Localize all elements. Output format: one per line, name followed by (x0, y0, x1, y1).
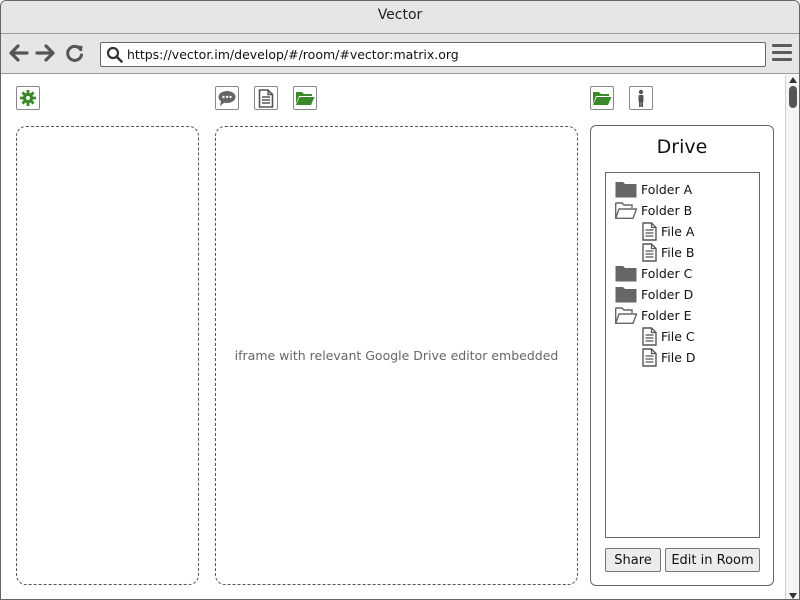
file-icon (642, 242, 657, 262)
tree-file-c[interactable]: File C (642, 326, 695, 346)
room-list-panel (16, 126, 199, 585)
browser-window: Vector https://vector.im/develop/#/room/… (0, 0, 800, 600)
hamburger-menu-icon[interactable] (772, 44, 792, 62)
folder-closed-icon (615, 181, 637, 197)
page-content: iframe with relevant Google Drive editor… (1, 75, 785, 599)
scrollbar-thumb[interactable] (789, 86, 797, 108)
window-title: Vector (1, 1, 799, 34)
scroll-up-arrow-icon[interactable] (789, 77, 797, 83)
folder-closed-icon (615, 286, 637, 302)
address-bar[interactable]: https://vector.im/develop/#/room/#vector… (100, 42, 766, 67)
tree-folder-a[interactable]: Folder A (615, 179, 692, 199)
url-text[interactable]: https://vector.im/develop/#/room/#vector… (127, 47, 459, 62)
tree-folder-c[interactable]: Folder C (615, 263, 692, 283)
iframe-placeholder-text: iframe with relevant Google Drive editor… (234, 348, 559, 363)
browser-toolbar: https://vector.im/develop/#/room/#vector… (1, 34, 799, 74)
share-button[interactable]: Share (605, 548, 661, 572)
tree-folder-e[interactable]: Folder E (615, 305, 692, 325)
search-icon (106, 46, 123, 63)
tree-item-label: Folder D (641, 286, 694, 302)
tree-item-label: File B (661, 244, 695, 260)
tree-file-a[interactable]: File A (642, 221, 694, 241)
document-icon[interactable] (254, 86, 278, 110)
folder-open-icon (615, 306, 637, 324)
chat-bubble-icon[interactable] (215, 86, 239, 110)
file-icon (642, 347, 657, 367)
tree-item-label: Folder A (641, 181, 693, 197)
open-folder-icon[interactable] (590, 86, 614, 110)
tree-file-d[interactable]: File D (642, 347, 696, 367)
scroll-down-arrow-icon[interactable] (789, 593, 797, 599)
drive-file-tree: Folder A Folder B File A File B Folder C (605, 172, 760, 538)
tree-item-label: File D (661, 349, 696, 365)
vertical-scrollbar[interactable] (785, 75, 799, 599)
iframe-editor-panel[interactable]: iframe with relevant Google Drive editor… (215, 126, 578, 585)
file-icon (642, 221, 657, 241)
folder-closed-icon (615, 265, 637, 281)
edit-in-room-button[interactable]: Edit in Room (665, 548, 760, 572)
tree-folder-d[interactable]: Folder D (615, 284, 693, 304)
tree-item-label: Folder C (641, 265, 693, 281)
tree-item-label: Folder B (641, 202, 693, 218)
settings-gear-icon[interactable] (16, 86, 40, 110)
forward-arrow-icon[interactable] (34, 42, 56, 64)
tree-item-label: File C (661, 328, 695, 344)
tree-folder-b[interactable]: Folder B (615, 200, 692, 220)
folder-open-icon (615, 201, 637, 219)
tree-item-label: Folder E (641, 307, 692, 323)
reload-icon[interactable] (64, 42, 86, 64)
tree-file-b[interactable]: File B (642, 242, 694, 262)
open-folder-icon[interactable] (293, 86, 317, 110)
back-arrow-icon[interactable] (8, 42, 30, 64)
tree-item-label: File A (661, 223, 695, 239)
file-icon (642, 326, 657, 346)
drive-title: Drive (656, 136, 708, 158)
drive-panel: Drive Folder A Folder B File A File B Fo… (590, 125, 774, 586)
person-icon[interactable] (629, 86, 653, 110)
